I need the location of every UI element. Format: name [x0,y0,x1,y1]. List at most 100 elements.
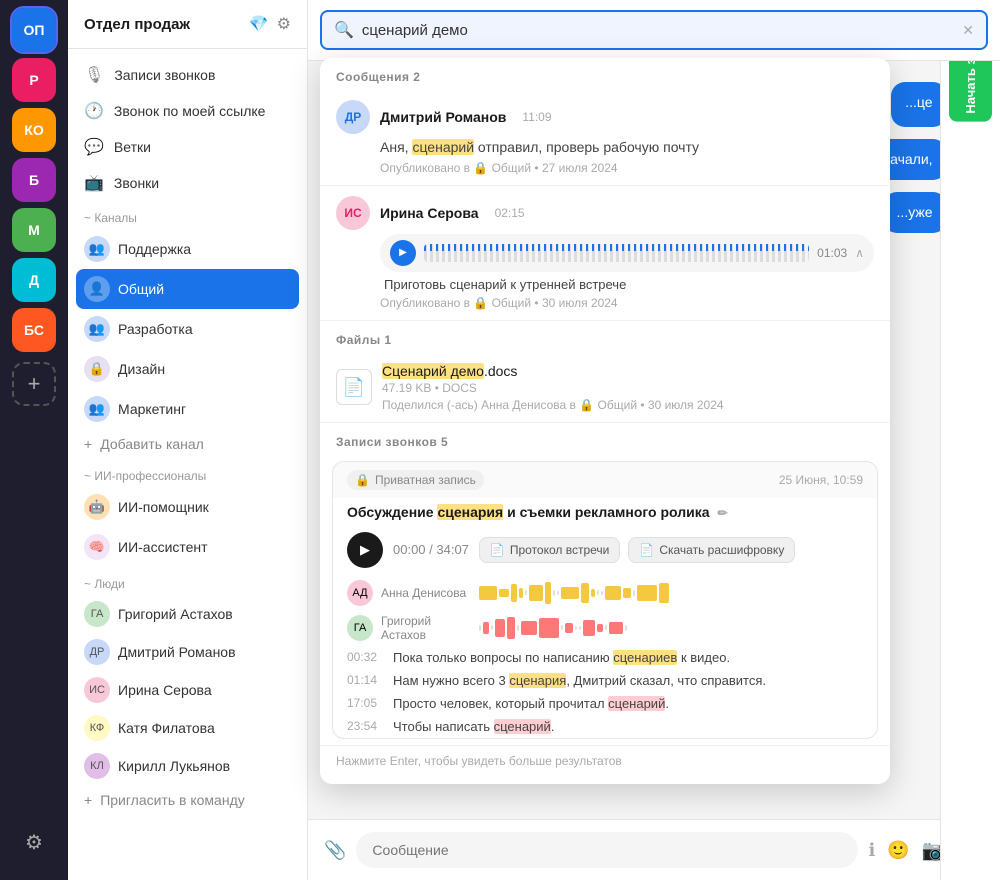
waveform-bar [545,582,551,604]
person-avatar: ДР [84,639,110,665]
plus-icon: + [84,436,92,452]
channel-name: ИИ-ассистент [118,539,208,555]
sidebar-item-label: Звонки [114,175,159,191]
channel-item-marketing[interactable]: 👥 Маркетинг [68,389,307,429]
emoji-icon[interactable]: 🙂 [887,840,909,861]
people-item-kirill[interactable]: КЛ Кирилл Лукьянов [68,747,307,785]
add-channel-button[interactable]: + Добавить канал [68,429,307,459]
title-highlight: сценария [437,504,503,520]
workspace-avatar-d[interactable]: Д [12,258,56,302]
voice-message: ▶ 01:03 ∧ Приготовь сценарий к утренней … [336,234,874,292]
waveform-bar [525,590,527,595]
workspace-name: Отдел продаж [84,16,190,33]
download-transcript-button[interactable]: 📄 Скачать расшифровку [628,537,795,563]
info-icon[interactable]: ℹ [868,840,875,861]
people-item-dmitriy[interactable]: ДР Дмитрий Романов [68,633,307,671]
channel-avatar: 👤 [84,276,110,302]
invite-team-button[interactable]: + Пригласить в команду [68,785,307,815]
waveform-bar [579,626,581,630]
voice-play-button[interactable]: ▶ [390,240,416,266]
voice-bar: ▶ 01:03 ∧ [380,234,874,272]
channel-item-ai-helper[interactable]: 🤖 ИИ-помощник [68,487,307,527]
workspace-avatar-m[interactable]: М [12,208,56,252]
waveform-bar [597,590,599,595]
search-input[interactable] [362,22,954,39]
message-result-2[interactable]: ИС Ирина Серова 02:15 ▶ 01:03 ∧ Приготов… [320,186,890,321]
chat-message-input[interactable] [356,832,858,868]
people-item-katya[interactable]: КФ Катя Филатова [68,709,307,747]
sender-avatar-2: ИС [336,196,370,230]
meeting-protocol-button[interactable]: 📄 Протокол встречи [479,537,620,563]
channel-name: Маркетинг [118,401,186,417]
channel-avatar: 👥 [84,236,110,262]
message-time-1: 11:09 [522,110,551,124]
doc-icon: 📄 [490,543,505,557]
message-result-1[interactable]: ДР Дмитрий Романов 11:09 Аня, сценарий о… [320,90,890,186]
search-input-wrap[interactable]: 🔍 ✕ [320,10,988,50]
transcript-time: 23:54 [347,719,383,733]
person-name: Кирилл Лукьянов [118,758,230,774]
chat-input-bar: 📎 ℹ 🙂 📷 🎙 [308,819,1000,880]
call-player: ▶ 00:00 / 34:07 📄 Протокол встречи 📄 Ска… [333,524,877,576]
channel-name: Общий [118,281,164,297]
message-header-2: ИС Ирина Серова 02:15 [336,196,874,230]
call-play-button[interactable]: ▶ [347,532,383,568]
person-name-anna: Анна Денисова [381,586,471,600]
waveform-bar [565,623,573,633]
chat-bubble: ...уже [883,192,947,233]
voice-duration: 01:03 [817,246,847,260]
waveform-bar [633,590,635,596]
workspace-avatar-op[interactable]: ОП [12,8,56,52]
waveform-bar [557,591,559,595]
waveform-bar [499,589,509,597]
call-date: 25 Июня, 10:59 [779,473,863,487]
message-header-1: ДР Дмитрий Романов 11:09 [336,100,874,134]
main-content: 🔍 ✕ Сообщения 2 ДР Дмитрий Романов 11:09… [308,0,1000,880]
settings-icon[interactable]: ⚙ [277,14,291,34]
sidebar-item-label: Ветки [114,139,151,155]
channel-item-support[interactable]: 👥 Поддержка [68,229,307,269]
transcript-time: 01:14 [347,673,383,687]
people-item-irina[interactable]: ИС Ирина Серова [68,671,307,709]
sender-name-1: Дмитрий Романов [380,109,506,125]
message-meta-2: Опубликовано в 🔒 Общий • 30 июля 2024 [336,296,874,310]
file-result-1[interactable]: 📄 Сценарий демо.docs 47.19 KB • DOCS Под… [320,353,890,423]
workspace-avatar-b[interactable]: Б [12,158,56,202]
channel-item-design[interactable]: 🔒 Дизайн [68,349,307,389]
private-badge: 🔒 Приватная запись [347,470,484,490]
channel-item-general[interactable]: 👤 Общий [76,269,299,309]
waveform-bar [495,619,505,637]
message-time-2: 02:15 [495,206,525,220]
settings-icon[interactable]: ⚙ [12,820,56,864]
waveform-bar [553,590,555,596]
add-workspace-button[interactable]: + [12,362,56,406]
sidebar-item-label: Записи звонков [114,67,215,83]
waveform-bar [491,625,493,630]
channel-item-dev[interactable]: 👥 Разработка [68,309,307,349]
waveform-bar [575,626,577,630]
add-channel-label: Добавить канал [100,436,204,452]
message-meta-1: Опубликовано в 🔒 Общий • 27 июля 2024 [336,161,874,175]
channel-item-ai-assistant[interactable]: 🧠 ИИ-ассистент [68,527,307,567]
voice-chevron-icon[interactable]: ∧ [855,246,864,260]
sidebar-item-label: Звонок по моей ссылке [114,103,266,119]
workspace-avatar-ko[interactable]: КО [12,108,56,152]
workspace-avatar-r[interactable]: Р [12,58,56,102]
person-name: Ирина Серова [118,682,212,698]
edit-icon[interactable]: ✏ [717,506,727,520]
sidebar-item-threads[interactable]: 💬 Ветки [68,129,307,165]
diamond-icon: 💎 [249,14,269,34]
clear-search-button[interactable]: ✕ [962,22,974,39]
channel-name: Разработка [118,321,193,337]
waveform-bar [605,586,621,600]
sidebar-item-call-records[interactable]: 🎙 Записи звонков [68,57,307,93]
workspace-avatar-bs[interactable]: БС [12,308,56,352]
sidebar-item-my-link[interactable]: 🕐 Звонок по моей ссылке [68,93,307,129]
download-icon: 📄 [639,543,654,557]
waveform-bar [507,617,515,639]
attach-icon[interactable]: 📎 [324,840,346,861]
files-section-label: Файлы 1 [320,321,890,353]
sidebar-item-calls[interactable]: 📺 Звонки [68,165,307,201]
people-item-grigoriy[interactable]: ГА Григорий Астахов [68,595,307,633]
transcript-item-2: 01:14 Нам нужно всего 3 сценария, Дмитри… [333,669,877,692]
